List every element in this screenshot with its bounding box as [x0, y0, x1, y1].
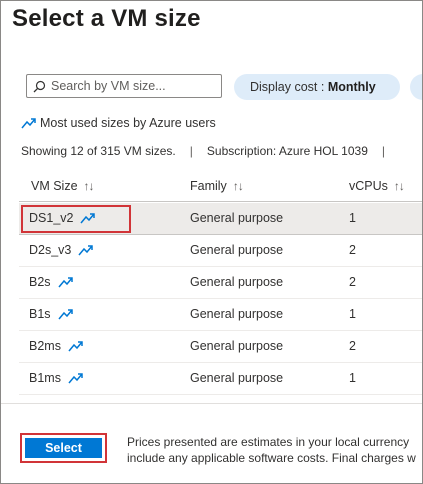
- family-cell: General purpose: [190, 307, 284, 321]
- search-box[interactable]: [26, 74, 222, 98]
- select-highlight: Select: [20, 433, 107, 463]
- summary-separator-2: |: [381, 144, 385, 158]
- table-row[interactable]: D2s_v3 General purpose 2: [19, 235, 422, 267]
- pricing-note-line-1: Prices presented are estimates in your l…: [127, 435, 410, 449]
- trending-icon: [80, 213, 96, 224]
- table-row-selected[interactable]: DS1_v2 General purpose 1: [19, 203, 422, 235]
- showing-count: Showing 12 of 315 VM sizes.: [21, 144, 176, 158]
- family-cell: General purpose: [190, 243, 284, 257]
- vcpus-cell: 1: [349, 307, 356, 321]
- most-used-label: Most used sizes by Azure users: [40, 116, 216, 130]
- vcpus-cell: 2: [349, 339, 356, 353]
- most-used-sizes: Most used sizes by Azure users: [21, 116, 216, 130]
- subscription-label: Subscription: Azure HOL 1039: [206, 144, 368, 158]
- table-row[interactable]: B1ms General purpose 1: [19, 363, 422, 395]
- vm-size-cell: D2s_v3: [29, 243, 94, 257]
- search-input[interactable]: [51, 77, 217, 95]
- trending-icon: [21, 118, 36, 129]
- family-cell: General purpose: [190, 371, 284, 385]
- pricing-note-line-2: include any applicable software costs. F…: [127, 451, 416, 465]
- pricing-note: Prices presented are estimates in your l…: [127, 434, 422, 466]
- select-button[interactable]: Select: [25, 438, 102, 458]
- trending-icon: [68, 341, 83, 352]
- family-cell: General purpose: [190, 339, 284, 353]
- display-cost-label: Display cost :: [250, 80, 328, 94]
- column-header-family[interactable]: Family ↑↓: [190, 179, 244, 193]
- vcpus-cell: 2: [349, 275, 356, 289]
- vm-size-cell: B2ms: [29, 339, 84, 353]
- display-cost-filter[interactable]: Display cost : Monthly: [234, 74, 400, 100]
- sort-icon[interactable]: ↑↓: [233, 179, 244, 193]
- vcpus-cell: 1: [349, 371, 356, 385]
- column-header-vcpus[interactable]: vCPUs ↑↓: [349, 179, 405, 193]
- sort-icon[interactable]: ↑↓: [394, 179, 405, 193]
- results-summary: Showing 12 of 315 VM sizes. | Subscription…: [21, 144, 399, 158]
- vcpus-cell: 1: [349, 211, 356, 225]
- table-row[interactable]: B1s General purpose 1: [19, 299, 422, 331]
- vm-size-cell: B2s: [29, 275, 74, 289]
- family-cell: General purpose: [190, 275, 284, 289]
- cut-off-footer-text: [21, 478, 321, 483]
- family-cell: General purpose: [190, 211, 284, 225]
- vm-size-cell: B1s: [29, 307, 74, 321]
- vm-size-blade: Select a VM size Display cost : Monthly …: [0, 0, 423, 484]
- vm-size-cell: DS1_v2: [29, 211, 96, 225]
- table-header: VM Size ↑↓ Family ↑↓ vCPUs ↑↓: [19, 171, 422, 202]
- trending-icon: [68, 373, 83, 384]
- search-icon: [33, 80, 46, 93]
- table-row[interactable]: B2s General purpose 2: [19, 267, 422, 299]
- sort-icon[interactable]: ↑↓: [84, 179, 95, 193]
- vm-size-cell: B1ms: [29, 371, 84, 385]
- page-title: Select a VM size: [12, 5, 201, 32]
- trending-icon: [57, 277, 73, 288]
- table-row[interactable]: B2ms General purpose 2: [19, 331, 422, 363]
- trending-icon: [78, 245, 94, 256]
- column-header-vm-size[interactable]: VM Size ↑↓: [31, 179, 95, 193]
- footer-divider: [1, 403, 422, 404]
- vcpus-cell: 2: [349, 243, 356, 257]
- trending-icon: [57, 309, 73, 320]
- next-filter-pill[interactable]: [410, 74, 422, 100]
- display-cost-value: Monthly: [327, 80, 376, 94]
- summary-separator: |: [189, 144, 193, 158]
